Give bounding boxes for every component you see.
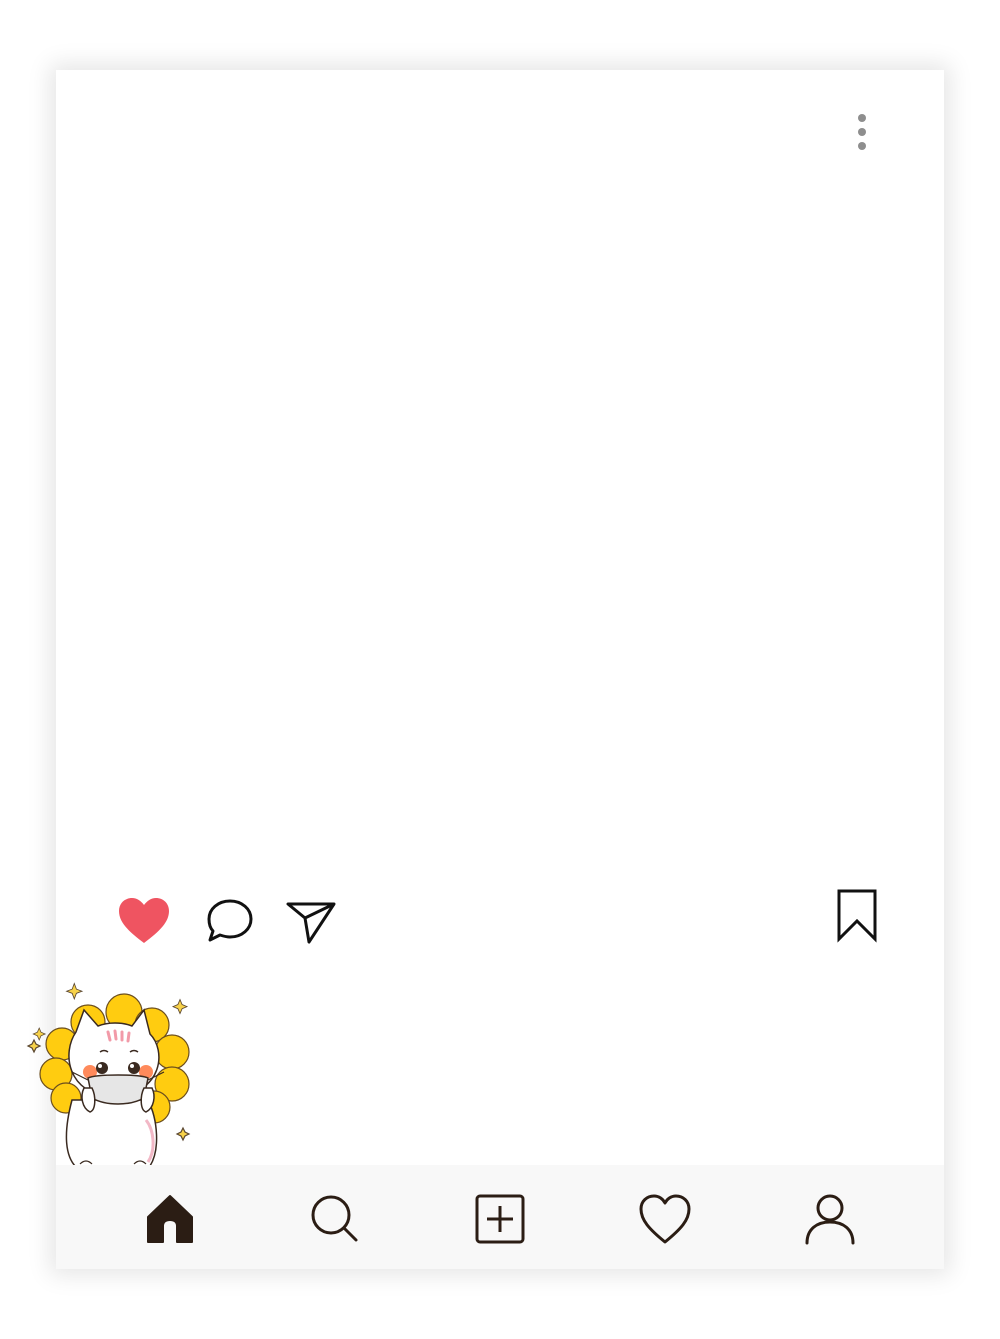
paper-plane-icon (286, 902, 336, 944)
post-card (26, 70, 944, 1269)
like-button[interactable] (116, 894, 172, 946)
nav-add-post-button[interactable] (472, 1191, 528, 1247)
nav-home-button[interactable] (142, 1191, 198, 1247)
more-options-button[interactable] (852, 110, 872, 154)
bottom-navigation-bar (56, 1165, 944, 1269)
search-icon (311, 1195, 358, 1242)
nav-search-button[interactable] (306, 1191, 362, 1247)
comment-button[interactable] (204, 896, 256, 946)
bookmark-icon (837, 889, 877, 943)
heart-filled-icon (119, 898, 169, 943)
post-image-area[interactable] (56, 170, 944, 870)
speech-bubble-icon (207, 899, 253, 942)
home-icon (147, 1195, 193, 1243)
nav-activity-button[interactable] (637, 1191, 693, 1247)
page (0, 0, 1000, 1339)
add-post-icon (475, 1194, 525, 1244)
share-button[interactable] (284, 896, 340, 946)
cat-sunflower-sticker (26, 982, 191, 1178)
nav-profile-button[interactable] (802, 1191, 858, 1247)
profile-icon (805, 1194, 855, 1245)
heart-outline-icon (639, 1194, 691, 1244)
save-button[interactable] (834, 888, 880, 944)
